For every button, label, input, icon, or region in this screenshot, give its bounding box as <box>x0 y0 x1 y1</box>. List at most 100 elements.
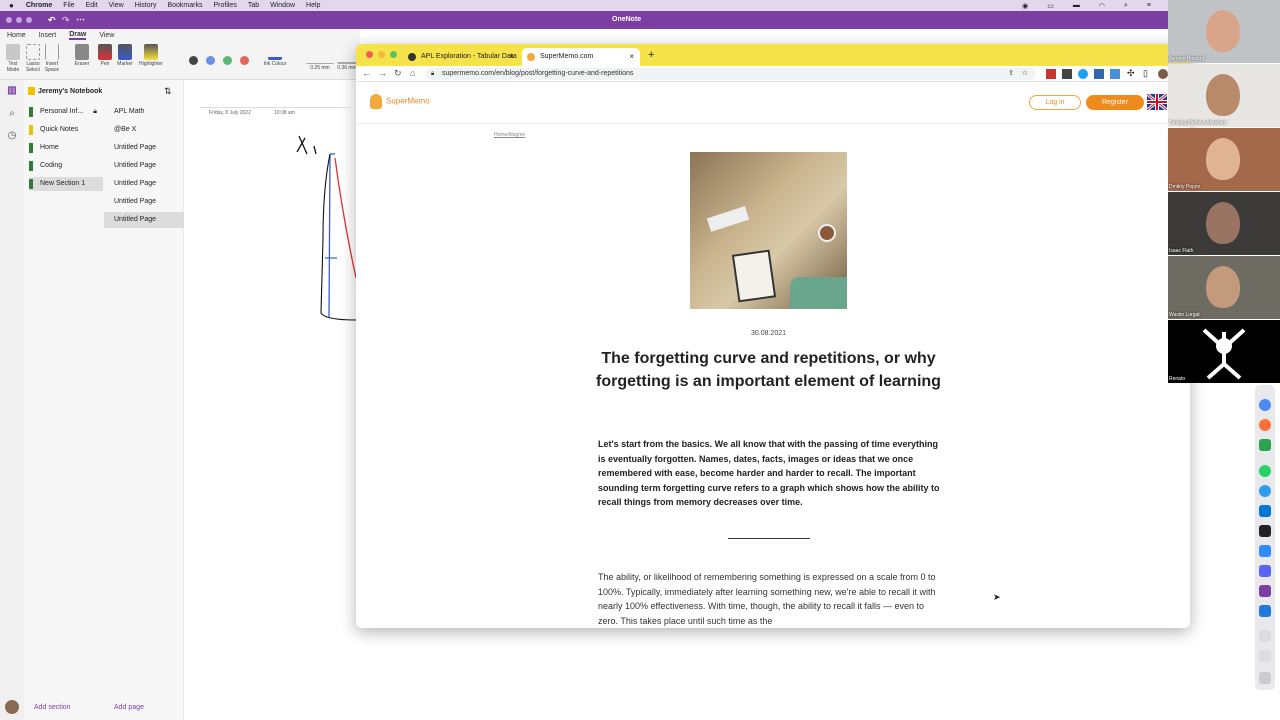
menu-history[interactable]: History <box>135 2 157 9</box>
menu-edit[interactable]: Edit <box>86 2 98 9</box>
side-panel-icon[interactable]: ▯ <box>1143 68 1148 79</box>
extension-icon[interactable] <box>1110 69 1120 79</box>
terminal-icon[interactable] <box>1259 525 1271 537</box>
section-coding[interactable]: Coding <box>29 159 103 173</box>
menu-bookmarks[interactable]: Bookmarks <box>167 2 202 9</box>
page-untitled[interactable]: Untitled Page <box>104 158 184 174</box>
section-new-section-1[interactable]: New Section 1 <box>29 177 103 191</box>
vim-icon[interactable] <box>1259 439 1271 451</box>
text-mode-button[interactable]: Text Mode <box>3 44 23 73</box>
extensions-puzzle-icon[interactable]: ✣ <box>1127 68 1135 79</box>
menu-help[interactable]: Help <box>306 2 320 9</box>
tab-supermemo[interactable]: SuperMemo.com × <box>522 48 640 66</box>
tab-draw[interactable]: Draw <box>69 31 87 40</box>
section-personal-info[interactable]: Personal Inf... 🔒︎ <box>29 105 103 119</box>
maximize-window-button[interactable] <box>390 51 397 58</box>
eraser-button[interactable]: Eraser <box>72 44 92 67</box>
close-tab-icon[interactable]: × <box>629 48 634 66</box>
menu-chrome[interactable]: Chrome <box>26 2 52 9</box>
section-quick-notes[interactable]: Quick Notes <box>29 123 103 137</box>
color-black[interactable] <box>189 56 198 65</box>
onenote-icon[interactable] <box>1259 585 1271 597</box>
width-2-button[interactable]: 0.36 mm <box>336 48 358 71</box>
menu-file[interactable]: File <box>63 2 74 9</box>
page-untitled[interactable]: Untitled Page <box>104 140 184 156</box>
more-icon[interactable]: ⋯ <box>76 14 85 25</box>
share-icon[interactable]: ⇪ <box>1008 68 1014 80</box>
lasso-select-button[interactable]: Lasso Select <box>23 44 43 73</box>
control-center-icon[interactable]: ≡ <box>1147 2 1151 9</box>
ink-colour-button[interactable]: Ink Colour <box>263 44 287 67</box>
tab-insert[interactable]: Insert <box>39 32 57 39</box>
bookmark-star-icon[interactable]: ☆ <box>1022 68 1028 80</box>
width-1-button[interactable]: 0.25 mm <box>303 48 337 71</box>
discord-icon[interactable] <box>1259 565 1271 577</box>
login-button[interactable]: Log in <box>1029 95 1081 110</box>
breadcrumb[interactable]: Home/blog/en <box>494 132 525 138</box>
window-controls[interactable] <box>6 17 32 23</box>
marker-button[interactable]: Marker <box>115 44 135 67</box>
add-section-button[interactable]: Add section <box>34 704 71 711</box>
skype-icon[interactable] <box>1259 505 1271 517</box>
app-icon[interactable] <box>1259 485 1271 497</box>
battery-icon[interactable]: ▬ <box>1073 2 1080 9</box>
apple-icon[interactable]: ● <box>9 1 14 10</box>
minimize-window-button[interactable] <box>378 51 385 58</box>
supermemo-logo[interactable]: SuperMemo <box>370 94 430 109</box>
avatar[interactable] <box>5 700 19 714</box>
reload-icon[interactable]: ↻ <box>394 68 402 79</box>
page-be-x[interactable]: @Be X <box>104 122 184 138</box>
video-tile[interactable]: Isaac Flath <box>1168 192 1280 255</box>
chrome-icon[interactable] <box>1259 399 1271 411</box>
notebooks-icon[interactable]: ▥ <box>6 85 18 97</box>
page-untitled[interactable]: Untitled Page <box>104 176 184 192</box>
document-icon[interactable] <box>1259 650 1271 662</box>
page-untitled[interactable]: Untitled Page <box>104 194 184 210</box>
forward-icon[interactable]: → <box>378 68 387 78</box>
search-icon[interactable]: ⌕ <box>6 108 18 120</box>
close-window-button[interactable] <box>366 51 373 58</box>
new-tab-button[interactable]: + <box>648 49 654 61</box>
menu-tab[interactable]: Tab <box>248 2 259 9</box>
home-icon[interactable]: ⌂ <box>410 68 415 78</box>
redo-icon[interactable]: ↷ <box>62 15 70 26</box>
highlighter-button[interactable]: Highlighter <box>137 44 165 67</box>
tab-view[interactable]: View <box>99 32 114 39</box>
recent-icon[interactable]: ◷ <box>6 130 18 142</box>
extension-icon[interactable] <box>1046 69 1056 79</box>
page-untitled-selected[interactable]: Untitled Page <box>104 212 184 228</box>
menu-profiles[interactable]: Profiles <box>213 2 236 9</box>
color-green[interactable] <box>223 56 232 65</box>
wifi-icon[interactable]: ◠ <box>1099 2 1105 10</box>
uk-flag-icon[interactable] <box>1146 92 1168 112</box>
whatsapp-icon[interactable] <box>1259 465 1271 477</box>
video-tile[interactable]: Dmitriy Popov <box>1168 128 1280 191</box>
video-tile[interactable]: Jeremy Howard <box>1168 0 1280 63</box>
undo-icon[interactable]: ↶ <box>48 15 56 26</box>
twitter-extension-icon[interactable] <box>1078 69 1088 79</box>
page-apl-math[interactable]: APL Math <box>104 104 184 120</box>
extension-icon[interactable] <box>1094 69 1104 79</box>
status-icon[interactable]: ◉ <box>1022 2 1028 10</box>
section-home[interactable]: Home <box>29 141 103 155</box>
video-tile[interactable]: Tanishq Mathew Abraham <box>1168 64 1280 127</box>
tab-home[interactable]: Home <box>7 32 26 39</box>
profile-avatar[interactable] <box>1158 69 1168 79</box>
trash-icon[interactable] <box>1259 672 1271 684</box>
zoom-icon[interactable] <box>1259 545 1271 557</box>
pen-button[interactable]: Pen <box>95 44 115 67</box>
screen-icon[interactable]: ▭ <box>1047 2 1054 10</box>
tab-apl-exploration[interactable]: APL Exploration - Tabular Data × <box>403 48 520 66</box>
extension-icon[interactable] <box>1062 69 1072 79</box>
note-canvas[interactable]: Friday, 8 July 2022 10:08 am <box>185 80 356 720</box>
back-icon[interactable]: ← <box>362 68 371 78</box>
search-icon[interactable]: ⌕ <box>1124 2 1128 10</box>
menu-window[interactable]: Window <box>270 2 295 9</box>
color-blue[interactable] <box>206 56 215 65</box>
video-tile[interactable]: Wasim Lorgat <box>1168 256 1280 319</box>
app-icon[interactable] <box>1259 605 1271 617</box>
add-page-button[interactable]: Add page <box>114 704 144 711</box>
menu-view[interactable]: View <box>109 2 124 9</box>
video-tile[interactable]: Renato <box>1168 320 1280 383</box>
register-button[interactable]: Register <box>1086 95 1144 110</box>
